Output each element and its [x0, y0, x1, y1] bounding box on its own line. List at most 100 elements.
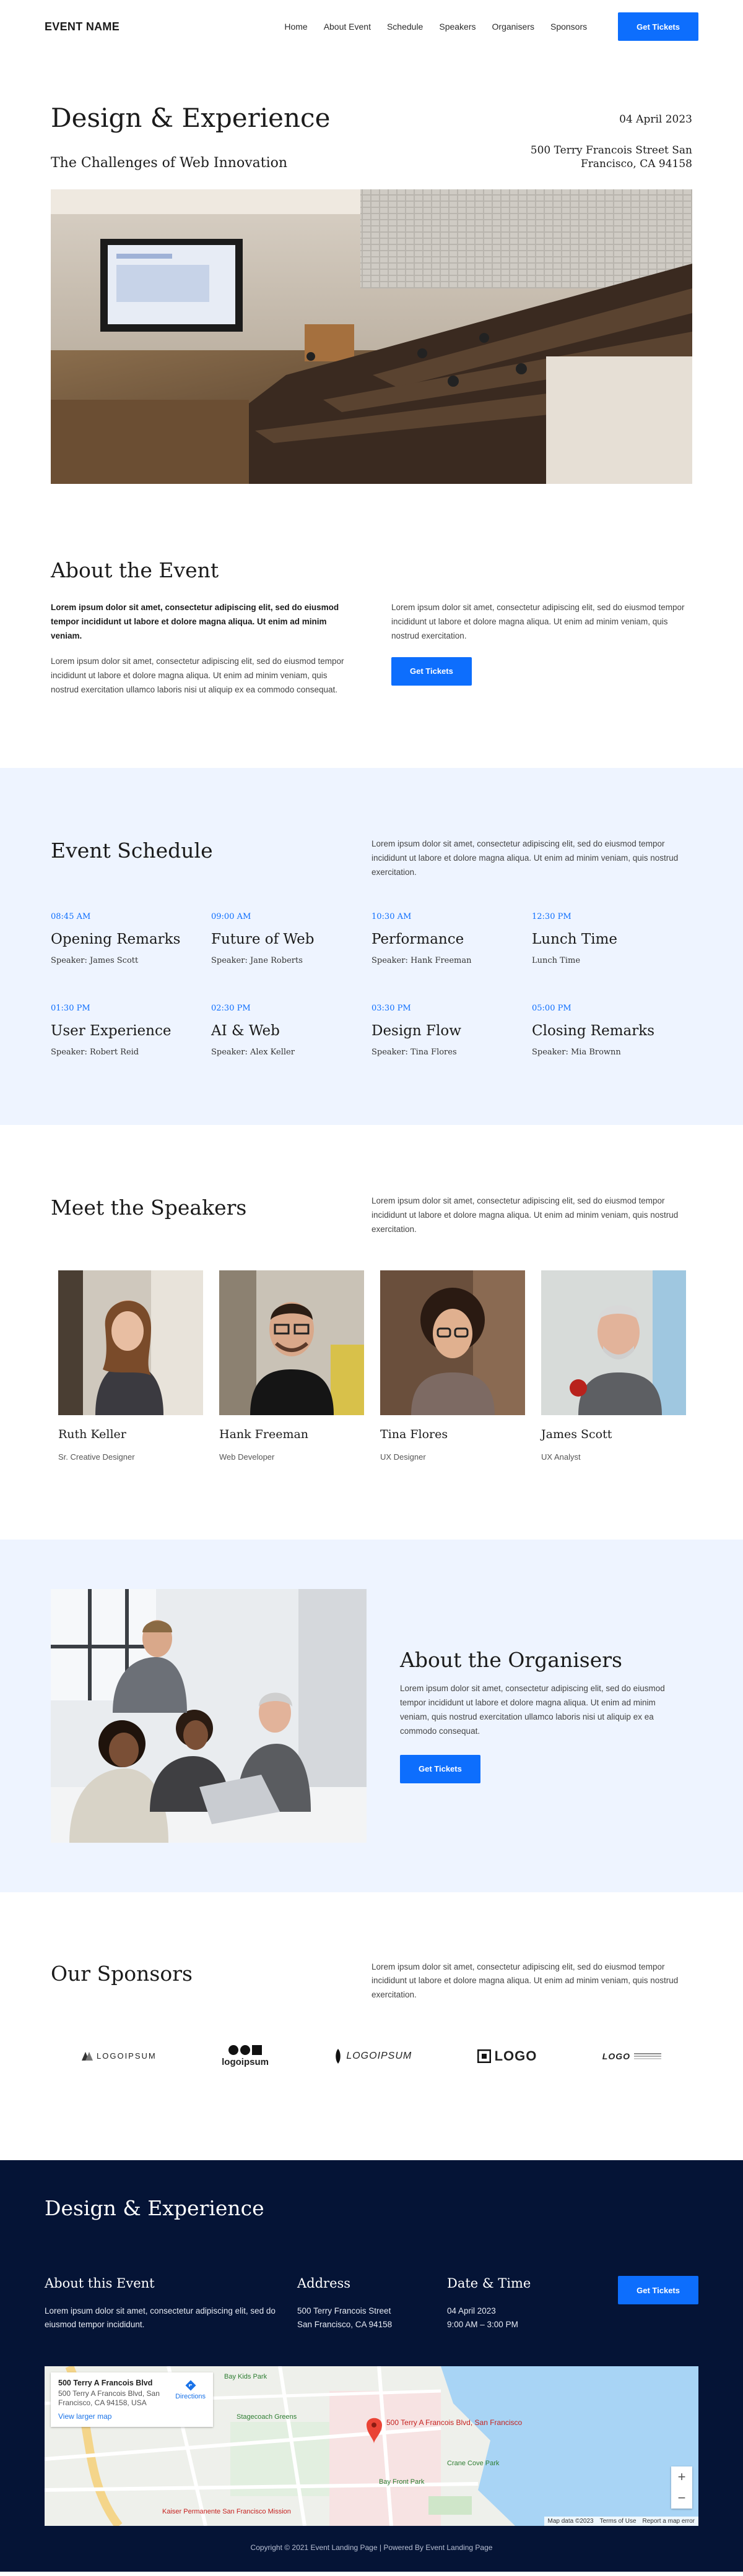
speaker-name: Tina Flores: [380, 1427, 448, 1441]
schedule-intro: Lorem ipsum dolor sit amet, consectetur …: [372, 838, 679, 877]
schedule-heading: Event Schedule: [51, 838, 213, 863]
footer-datetime: 04 April 2023 9:00 AM – 3:00 PM: [447, 2306, 518, 2329]
hero-subtitle: The Challenges of Web Innovation: [51, 155, 288, 171]
slot-speaker: Speaker: Mia Brownn: [532, 1047, 621, 1057]
map-pin-label: 500 Terry A Francois Blvd, San Francisco: [386, 2418, 523, 2427]
map-report-link[interactable]: Report a map error: [643, 2518, 695, 2525]
slot-speaker: Speaker: Tina Flores: [372, 1047, 457, 1057]
schedule-section: Event Schedule Lorem ipsum dolor sit ame…: [0, 767, 743, 1125]
schedule-slot: 09:00 AM Future of Web Speaker: Jane Rob…: [211, 912, 372, 965]
sponsor-logo[interactable]: LOGO: [602, 2051, 661, 2061]
organisers-body: Lorem ipsum dolor sit amet, consectetur …: [400, 1684, 665, 1736]
about-get-tickets-button[interactable]: Get Tickets: [391, 657, 472, 686]
slot-title: Lunch Time: [532, 931, 618, 947]
slot-time: 03:30 PM: [372, 1003, 411, 1013]
zoom-in-button[interactable]: +: [671, 2466, 692, 2488]
speaker-photo: [541, 1270, 686, 1415]
footer-about-text: Lorem ipsum dolor sit amet, consectetur …: [45, 2306, 276, 2329]
sponsor-logo[interactable]: logoipsum: [222, 2044, 269, 2067]
map-larger-link[interactable]: View larger map: [58, 2412, 206, 2421]
slot-time: 08:45 AM: [51, 911, 91, 921]
copyright-text: Copyright © 2021 Event Landing Page | Po…: [250, 2543, 493, 2552]
logo-mark-icon: [228, 2045, 263, 2056]
directions-icon: [185, 2380, 196, 2391]
site-footer: Design & Experience About this Event Lor…: [0, 2160, 743, 2572]
speaker-role: UX Designer: [380, 1452, 426, 1462]
slot-speaker: Speaker: Hank Freeman: [372, 955, 472, 965]
nav-home[interactable]: Home: [284, 22, 307, 32]
footer-address-heading: Address: [297, 2276, 351, 2291]
slot-time: 09:00 AM: [211, 911, 251, 921]
footer-datetime-heading: Date & Time: [447, 2276, 531, 2291]
slot-title: Design Flow: [372, 1022, 461, 1039]
nav-sponsors[interactable]: Sponsors: [550, 22, 587, 32]
hero-section: Design & Experience The Challenges of We…: [0, 53, 743, 485]
about-body-text: Lorem ipsum dolor sit amet, consectetur …: [51, 657, 344, 694]
hero-title: Design & Experience: [51, 103, 331, 133]
header-get-tickets-button[interactable]: Get Tickets: [618, 12, 698, 41]
sponsor-logo[interactable]: LOGO: [477, 2048, 537, 2064]
speaker-name: Ruth Keller: [58, 1427, 126, 1441]
about-lead-text: Lorem ipsum dolor sit amet, consectetur …: [51, 603, 339, 641]
map-attribution: Map data ©2023 Terms of Use Report a map…: [544, 2516, 698, 2526]
schedule-slot: 02:30 PM AI & Web Speaker: Alex Keller: [211, 1004, 372, 1057]
speaker-name: James Scott: [541, 1427, 612, 1441]
hero-date: 04 April 2023: [619, 113, 692, 126]
speaker-role: UX Analyst: [541, 1452, 581, 1462]
organisers-get-tickets-button[interactable]: Get Tickets: [400, 1754, 480, 1783]
speaker-card: Tina Flores UX Designer: [380, 1270, 525, 1462]
schedule-slot: 05:00 PM Closing Remarks Speaker: Mia Br…: [532, 1004, 692, 1057]
organisers-section: About the Organisers Lorem ipsum dolor s…: [0, 1539, 743, 1892]
sponsors-heading: Our Sponsors: [51, 1961, 193, 1986]
speaker-photo: [380, 1270, 525, 1415]
zoom-out-button[interactable]: −: [671, 2488, 692, 2509]
nav-organisers[interactable]: Organisers: [492, 22, 534, 32]
map-label: Bay Kids Park: [224, 2373, 267, 2380]
sponsors-intro: Lorem ipsum dolor sit amet, consectetur …: [372, 1962, 679, 2000]
nav-schedule[interactable]: Schedule: [387, 22, 423, 32]
slot-title: Future of Web: [211, 931, 315, 947]
map-label: Crane Cove Park: [447, 2460, 500, 2467]
map-directions-button[interactable]: Directions: [175, 2380, 206, 2400]
map-terms-link[interactable]: Terms of Use: [600, 2518, 637, 2525]
slot-speaker: Speaker: Robert Reid: [51, 1047, 139, 1057]
footer-title: Design & Experience: [45, 2196, 264, 2221]
sponsor-logo[interactable]: LOGOIPSUM: [82, 2051, 157, 2061]
speaker-photo: [219, 1270, 364, 1415]
schedule-slot: 01:30 PM User Experience Speaker: Robert…: [51, 1004, 211, 1057]
footer-about-heading: About this Event: [45, 2276, 155, 2291]
map-label: Bay Front Park: [379, 2478, 425, 2486]
speakers-heading: Meet the Speakers: [51, 1195, 247, 1220]
slot-speaker: Speaker: Jane Roberts: [211, 955, 303, 965]
footer-get-tickets-button[interactable]: Get Tickets: [618, 2276, 698, 2305]
organisers-heading: About the Organisers: [400, 1648, 622, 1673]
slot-title: User Experience: [51, 1022, 172, 1039]
brand-logo[interactable]: EVENT NAME: [45, 20, 119, 33]
speaker-card: Hank Freeman Web Developer: [219, 1270, 364, 1462]
schedule-slot: 10:30 AM Performance Speaker: Hank Freem…: [372, 912, 532, 965]
speakers-section: Meet the Speakers Lorem ipsum dolor sit …: [0, 1125, 743, 1540]
logo-mark-icon: [477, 2049, 491, 2063]
about-heading: About the Event: [51, 558, 219, 583]
nav-about-event[interactable]: About Event: [324, 22, 371, 32]
location-map[interactable]: 500 Terry A Francois Blvd, San Francisco…: [45, 2366, 698, 2526]
slot-time: 02:30 PM: [211, 1003, 251, 1013]
map-info-card: 500 Terry A Francois Blvd 500 Terry A Fr…: [51, 2372, 213, 2427]
site-header: EVENT NAME Home About Event Schedule Spe…: [0, 0, 743, 53]
map-zoom-control: + −: [671, 2466, 692, 2509]
speaker-card: Ruth Keller Sr. Creative Designer: [58, 1270, 203, 1462]
map-label: Kaiser Permanente San Francisco Mission: [162, 2508, 291, 2515]
speaker-photo: [58, 1270, 203, 1415]
slot-time: 10:30 AM: [372, 911, 412, 921]
logo-lines-icon: [634, 2053, 661, 2059]
slot-speaker: Speaker: Alex Keller: [211, 1047, 295, 1057]
nav-speakers[interactable]: Speakers: [439, 22, 476, 32]
slot-speaker: Lunch Time: [532, 955, 581, 965]
hero-image-auditorium: [51, 189, 692, 485]
speaker-card: James Scott UX Analyst: [541, 1270, 686, 1462]
sponsor-logo[interactable]: LOGOIPSUM: [334, 2048, 412, 2064]
slot-speaker: Speaker: James Scott: [51, 955, 139, 965]
schedule-slot: 03:30 PM Design Flow Speaker: Tina Flore…: [372, 1004, 532, 1057]
speaker-role: Web Developer: [219, 1452, 275, 1462]
schedule-slot: 12:30 PM Lunch Time Lunch Time: [532, 912, 692, 965]
